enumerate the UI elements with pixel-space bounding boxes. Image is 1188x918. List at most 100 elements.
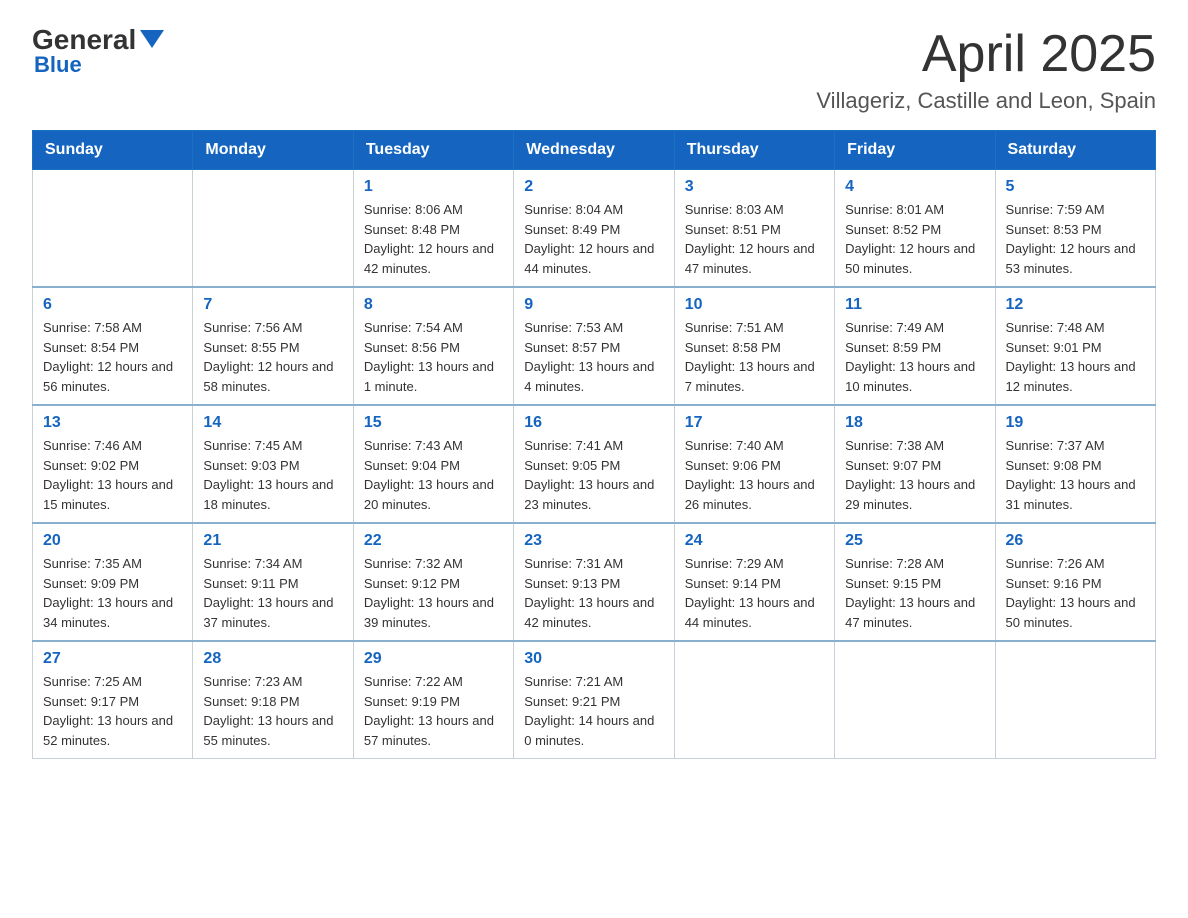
weekday-header-tuesday: Tuesday [353, 131, 513, 170]
calendar-week-1: 1 Sunrise: 8:06 AMSunset: 8:48 PMDaylight… [33, 170, 1156, 288]
day-info: Sunrise: 7:59 AMSunset: 8:53 PMDaylight:… [1006, 200, 1145, 278]
day-info: Sunrise: 7:31 AMSunset: 9:13 PMDaylight:… [524, 554, 663, 632]
calendar-week-4: 20 Sunrise: 7:35 AMSunset: 9:09 PMDayligh… [33, 523, 1156, 641]
day-info: Sunrise: 7:22 AMSunset: 9:19 PMDaylight:… [364, 672, 503, 750]
day-info: Sunrise: 7:58 AMSunset: 8:54 PMDaylight:… [43, 318, 182, 396]
day-number: 20 [43, 532, 182, 550]
calendar-cell: 27Sunrise: 7:25 AMSunset: 9:17 PMDayligh… [33, 641, 193, 759]
day-info: Sunrise: 8:06 AMSunset: 8:48 PMDaylight:… [364, 200, 503, 278]
day-info: Sunrise: 7:41 AMSunset: 9:05 PMDaylight:… [524, 436, 663, 514]
logo-blue-text: Blue [34, 52, 82, 78]
calendar-cell: 13 Sunrise: 7:46 AMSunset: 9:02 PMDayligh… [33, 405, 193, 523]
day-info: Sunrise: 7:35 AMSunset: 9:09 PMDaylight:… [43, 554, 182, 632]
day-number: 13 [43, 414, 182, 432]
day-number: 3 [685, 178, 824, 196]
calendar-cell: 5 Sunrise: 7:59 AMSunset: 8:53 PMDaylight… [995, 170, 1155, 288]
day-info: Sunrise: 8:01 AMSunset: 8:52 PMDaylight:… [845, 200, 984, 278]
day-info: Sunrise: 7:32 AMSunset: 9:12 PMDaylight:… [364, 554, 503, 632]
day-number: 18 [845, 414, 984, 432]
calendar-cell [674, 641, 834, 759]
day-number: 23 [524, 532, 663, 550]
page-header: General Blue April 2025 Villageriz, Cast… [32, 24, 1156, 114]
day-number: 6 [43, 296, 182, 314]
day-info: Sunrise: 7:38 AMSunset: 9:07 PMDaylight:… [845, 436, 984, 514]
calendar-cell [995, 641, 1155, 759]
day-info: Sunrise: 7:25 AMSunset: 9:17 PMDaylight:… [43, 672, 182, 750]
calendar-cell: 9 Sunrise: 7:53 AMSunset: 8:57 PMDaylight… [514, 287, 674, 405]
calendar-cell: 3 Sunrise: 8:03 AMSunset: 8:51 PMDaylight… [674, 170, 834, 288]
calendar-cell: 6 Sunrise: 7:58 AMSunset: 8:54 PMDaylight… [33, 287, 193, 405]
day-info: Sunrise: 7:29 AMSunset: 9:14 PMDaylight:… [685, 554, 824, 632]
calendar-cell: 19 Sunrise: 7:37 AMSunset: 9:08 PMDayligh… [995, 405, 1155, 523]
calendar-cell: 16 Sunrise: 7:41 AMSunset: 9:05 PMDayligh… [514, 405, 674, 523]
day-number: 11 [845, 296, 984, 314]
day-info: Sunrise: 7:40 AMSunset: 9:06 PMDaylight:… [685, 436, 824, 514]
weekday-header-thursday: Thursday [674, 131, 834, 170]
title-section: April 2025 Villageriz, Castille and Leon… [816, 24, 1156, 114]
day-number: 26 [1006, 532, 1145, 550]
calendar-cell: 30Sunrise: 7:21 AMSunset: 9:21 PMDayligh… [514, 641, 674, 759]
day-info: Sunrise: 7:45 AMSunset: 9:03 PMDaylight:… [203, 436, 342, 514]
day-info: Sunrise: 7:46 AMSunset: 9:02 PMDaylight:… [43, 436, 182, 514]
location-title: Villageriz, Castille and Leon, Spain [816, 88, 1156, 114]
calendar-cell: 17Sunrise: 7:40 AMSunset: 9:06 PMDayligh… [674, 405, 834, 523]
day-info: Sunrise: 7:34 AMSunset: 9:11 PMDaylight:… [203, 554, 342, 632]
day-number: 5 [1006, 178, 1145, 196]
day-info: Sunrise: 7:26 AMSunset: 9:16 PMDaylight:… [1006, 554, 1145, 632]
day-info: Sunrise: 7:28 AMSunset: 9:15 PMDaylight:… [845, 554, 984, 632]
calendar-cell: 1 Sunrise: 8:06 AMSunset: 8:48 PMDaylight… [353, 170, 513, 288]
day-number: 12 [1006, 296, 1145, 314]
day-number: 9 [524, 296, 663, 314]
calendar-cell: 7Sunrise: 7:56 AMSunset: 8:55 PMDaylight… [193, 287, 353, 405]
day-info: Sunrise: 7:48 AMSunset: 9:01 PMDaylight:… [1006, 318, 1145, 396]
day-number: 19 [1006, 414, 1145, 432]
calendar-week-2: 6 Sunrise: 7:58 AMSunset: 8:54 PMDaylight… [33, 287, 1156, 405]
weekday-header-sunday: Sunday [33, 131, 193, 170]
calendar-cell: 14 Sunrise: 7:45 AMSunset: 9:03 PMDayligh… [193, 405, 353, 523]
calendar-cell: 10 Sunrise: 7:51 AMSunset: 8:58 PMDayligh… [674, 287, 834, 405]
calendar-cell: 28 Sunrise: 7:23 AMSunset: 9:18 PMDayligh… [193, 641, 353, 759]
day-number: 28 [203, 650, 342, 668]
logo: General Blue [32, 24, 164, 78]
day-number: 16 [524, 414, 663, 432]
day-info: Sunrise: 7:37 AMSunset: 9:08 PMDaylight:… [1006, 436, 1145, 514]
day-number: 24 [685, 532, 824, 550]
day-number: 30 [524, 650, 663, 668]
day-number: 14 [203, 414, 342, 432]
calendar-week-5: 27Sunrise: 7:25 AMSunset: 9:17 PMDayligh… [33, 641, 1156, 759]
calendar-cell [33, 170, 193, 288]
day-number: 2 [524, 178, 663, 196]
calendar-cell: 25Sunrise: 7:28 AMSunset: 9:15 PMDayligh… [835, 523, 995, 641]
day-info: Sunrise: 7:43 AMSunset: 9:04 PMDaylight:… [364, 436, 503, 514]
day-info: Sunrise: 7:51 AMSunset: 8:58 PMDaylight:… [685, 318, 824, 396]
calendar-cell: 15 Sunrise: 7:43 AMSunset: 9:04 PMDayligh… [353, 405, 513, 523]
day-number: 15 [364, 414, 503, 432]
day-info: Sunrise: 8:03 AMSunset: 8:51 PMDaylight:… [685, 200, 824, 278]
calendar-cell: 8Sunrise: 7:54 AMSunset: 8:56 PMDaylight… [353, 287, 513, 405]
day-number: 21 [203, 532, 342, 550]
weekday-header-monday: Monday [193, 131, 353, 170]
calendar-cell: 20 Sunrise: 7:35 AMSunset: 9:09 PMDayligh… [33, 523, 193, 641]
day-number: 1 [364, 178, 503, 196]
calendar-cell: 4Sunrise: 8:01 AMSunset: 8:52 PMDaylight… [835, 170, 995, 288]
day-info: Sunrise: 7:49 AMSunset: 8:59 PMDaylight:… [845, 318, 984, 396]
calendar-header-row: SundayMondayTuesdayWednesdayThursdayFrid… [33, 131, 1156, 170]
calendar-cell: 11 Sunrise: 7:49 AMSunset: 8:59 PMDayligh… [835, 287, 995, 405]
calendar-week-3: 13 Sunrise: 7:46 AMSunset: 9:02 PMDayligh… [33, 405, 1156, 523]
logo-triangle-icon [140, 30, 164, 48]
day-info: Sunrise: 7:54 AMSunset: 8:56 PMDaylight:… [364, 318, 503, 396]
calendar-table: SundayMondayTuesdayWednesdayThursdayFrid… [32, 130, 1156, 759]
weekday-header-saturday: Saturday [995, 131, 1155, 170]
calendar-cell [835, 641, 995, 759]
day-info: Sunrise: 7:53 AMSunset: 8:57 PMDaylight:… [524, 318, 663, 396]
weekday-header-wednesday: Wednesday [514, 131, 674, 170]
day-info: Sunrise: 7:23 AMSunset: 9:18 PMDaylight:… [203, 672, 342, 750]
weekday-header-friday: Friday [835, 131, 995, 170]
day-info: Sunrise: 7:56 AMSunset: 8:55 PMDaylight:… [203, 318, 342, 396]
calendar-cell: 18 Sunrise: 7:38 AMSunset: 9:07 PMDayligh… [835, 405, 995, 523]
day-number: 10 [685, 296, 824, 314]
calendar-cell: 23 Sunrise: 7:31 AMSunset: 9:13 PMDayligh… [514, 523, 674, 641]
calendar-cell: 12 Sunrise: 7:48 AMSunset: 9:01 PMDayligh… [995, 287, 1155, 405]
day-number: 29 [364, 650, 503, 668]
month-title: April 2025 [816, 24, 1156, 84]
